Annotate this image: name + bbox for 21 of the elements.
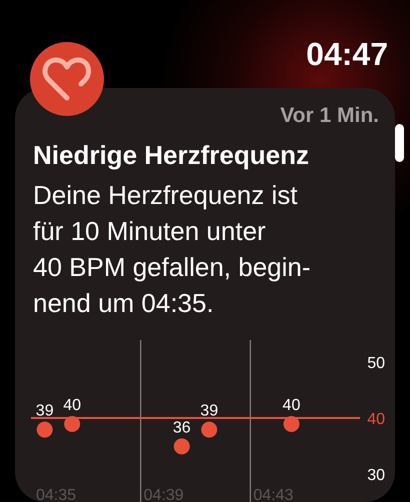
data-label: 39 xyxy=(36,402,54,420)
data-label: 36 xyxy=(172,419,191,436)
x-axis-label: 04:43 xyxy=(253,487,294,502)
x-axis-label: 04:39 xyxy=(144,487,184,502)
clock-time: 04:47 xyxy=(306,35,388,74)
data-label: 40 xyxy=(282,397,300,414)
y-axis-label: 30 xyxy=(367,467,385,484)
scroll-indicator xyxy=(395,124,404,162)
data-point xyxy=(174,438,190,454)
data-label: 40 xyxy=(63,397,82,414)
x-axis-label: 04:35 xyxy=(36,487,76,502)
data-point xyxy=(283,416,300,432)
data-point xyxy=(36,422,53,438)
data-label: 39 xyxy=(200,402,218,420)
notification-body: Deine Herzfrequenz ist für 10 Minuten unter 40 BPM gefallen, begin- nend um 04:35. xyxy=(33,178,312,320)
notification-age: Vor 1 Min. xyxy=(279,103,380,129)
notification-title: Niedrige Herzfrequenz xyxy=(33,138,310,172)
threshold-label: 40 xyxy=(367,411,385,428)
data-point xyxy=(64,416,80,432)
y-axis-label: 50 xyxy=(367,355,385,372)
data-point xyxy=(201,422,218,438)
